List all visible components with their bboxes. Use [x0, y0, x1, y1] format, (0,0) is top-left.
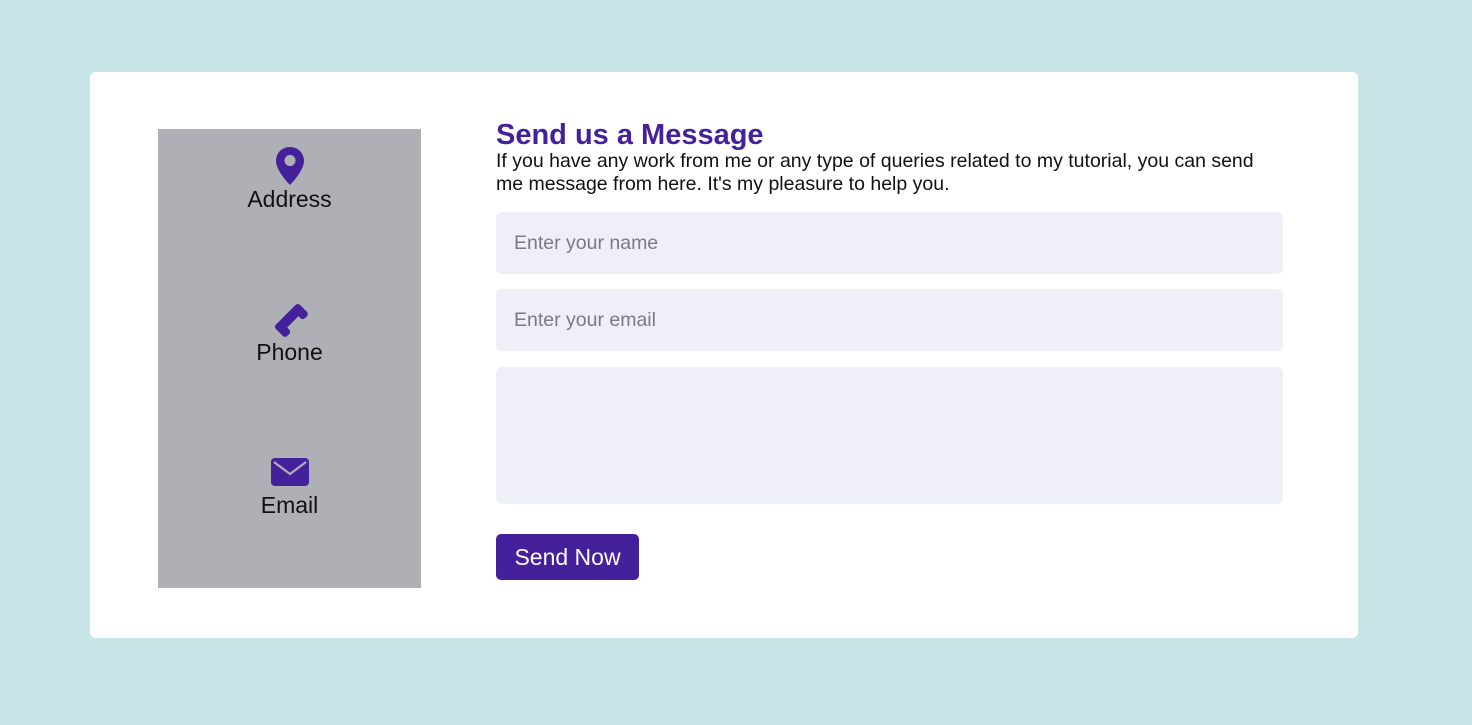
envelope-icon — [270, 458, 309, 486]
contact-info-email: Email — [158, 452, 421, 518]
contact-info-phone: Phone — [158, 299, 421, 365]
contact-info-address: Address — [158, 146, 421, 212]
message-textarea[interactable] — [496, 367, 1283, 504]
form-description: If you have any work from me or any type… — [496, 150, 1254, 195]
form-title: Send us a Message — [496, 119, 764, 151]
phone-label: Phone — [256, 339, 323, 365]
phone-icon — [274, 303, 308, 337]
contact-card: Address Phone Email Send us a Message If… — [90, 72, 1358, 638]
email-label: Email — [260, 492, 319, 518]
address-label: Address — [247, 186, 332, 212]
message-form: Send us a Message If you have any work f… — [496, 118, 1283, 580]
contact-info-panel: Address Phone Email — [158, 129, 421, 588]
map-pin-icon — [275, 147, 304, 185]
name-input[interactable] — [496, 212, 1283, 274]
send-now-button[interactable]: Send Now — [496, 534, 639, 580]
email-input[interactable] — [496, 289, 1283, 351]
